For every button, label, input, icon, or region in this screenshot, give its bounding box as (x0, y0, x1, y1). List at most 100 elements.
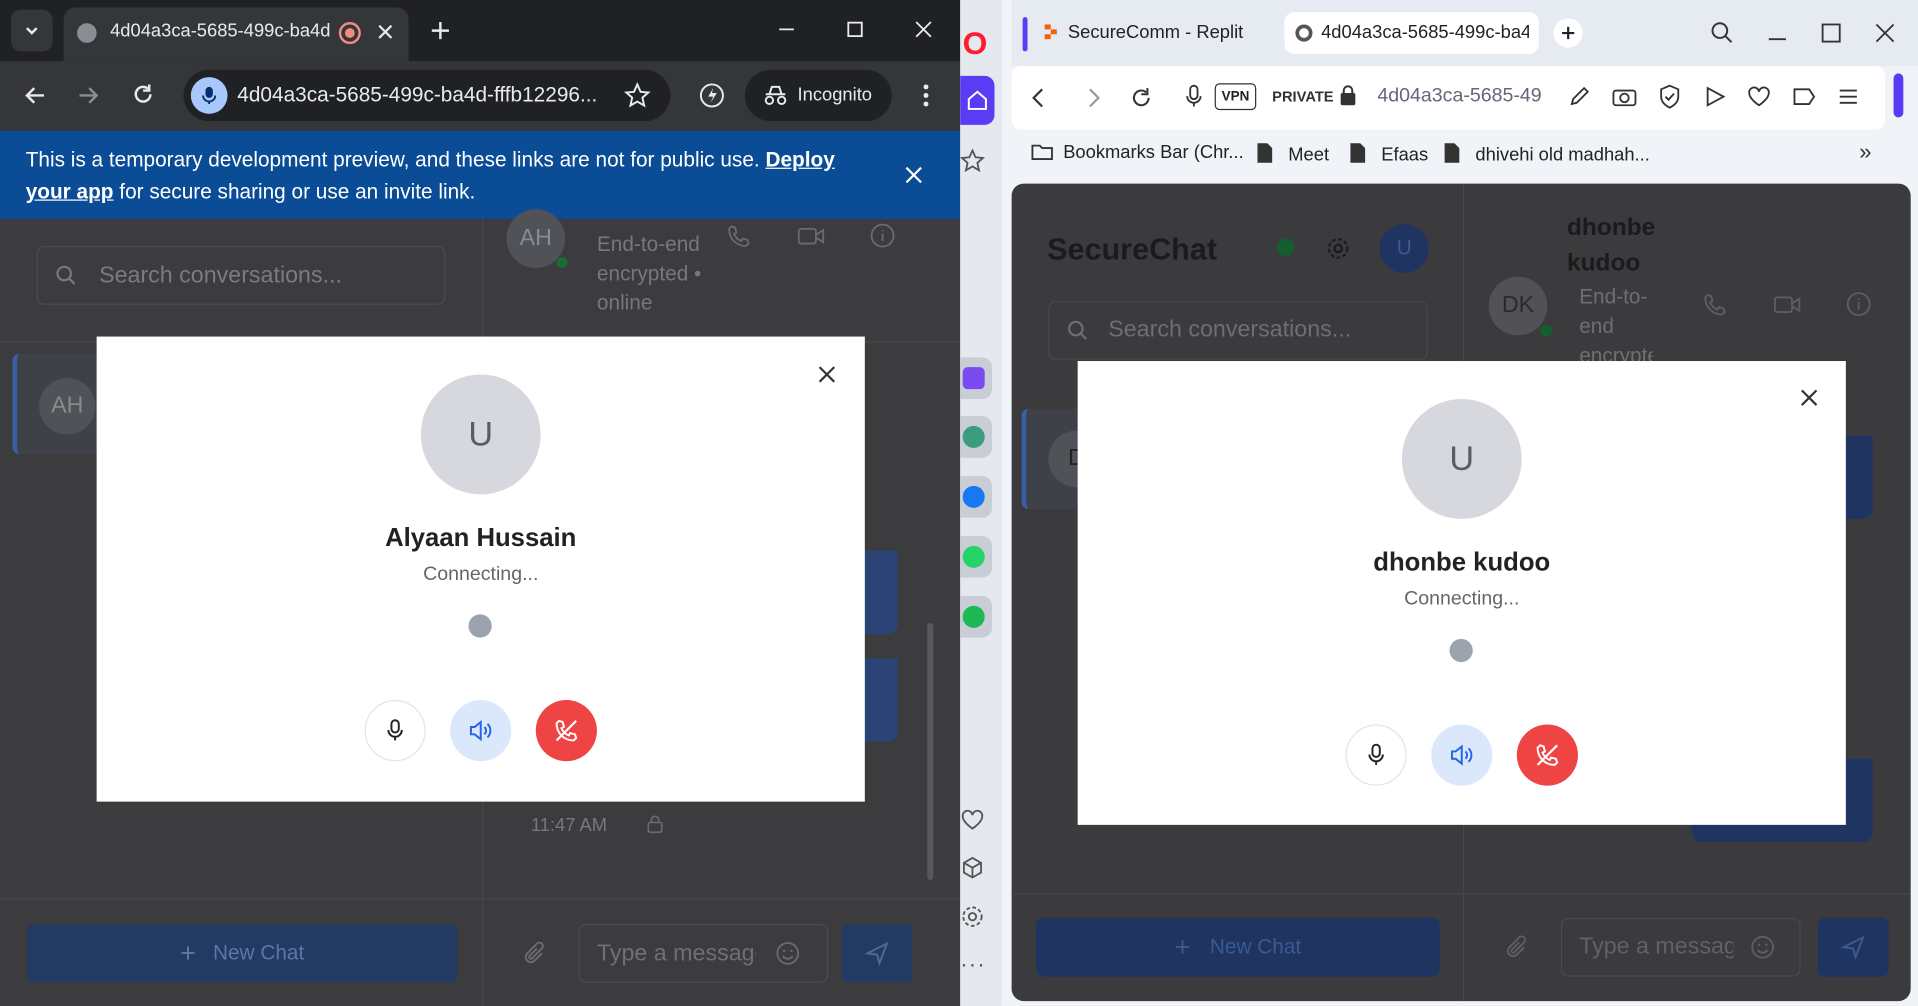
whatsapp-icon[interactable] (960, 536, 993, 578)
minimize-icon[interactable] (777, 20, 797, 40)
forward-icon[interactable] (1084, 87, 1104, 109)
back-icon[interactable] (1029, 87, 1049, 109)
url-text: 4d04a3ca-5685-499c-ba4d-fffb12296... (237, 83, 598, 107)
close-icon[interactable] (1799, 388, 1819, 408)
new-chat-button[interactable]: + New Chat (1036, 917, 1440, 977)
edit-icon[interactable] (1568, 86, 1590, 108)
scrollbar[interactable] (924, 341, 939, 892)
bookmark-meet[interactable]: Meet (1256, 142, 1329, 165)
browser-tab[interactable]: 4d04a3ca-5685-499c-ba4d (63, 7, 409, 62)
mute-button[interactable] (1345, 724, 1407, 786)
connecting-indicator (468, 614, 492, 638)
star-icon[interactable] (960, 148, 985, 173)
reload-icon[interactable] (1129, 86, 1153, 110)
new-tab-icon[interactable] (429, 20, 451, 42)
vpn-badge[interactable]: VPN (1214, 83, 1257, 111)
spotify-icon[interactable] (960, 596, 993, 638)
settings-icon[interactable] (1326, 236, 1350, 260)
close-window-icon[interactable] (914, 20, 934, 40)
microphone-icon (202, 86, 217, 105)
user-avatar[interactable]: U (1379, 223, 1429, 273)
heart-icon[interactable] (1747, 86, 1771, 108)
search-icon[interactable] (1710, 21, 1734, 45)
phone-icon[interactable] (1703, 292, 1727, 316)
mute-button[interactable] (364, 700, 426, 762)
easy-setup-icon[interactable] (1837, 86, 1859, 108)
divider (1011, 893, 1911, 895)
tab-title: 4d04a3ca-5685-499c-ba4d (1321, 22, 1530, 43)
send-button[interactable] (841, 923, 913, 983)
bookmark-folder[interactable]: Bookmarks Bar (Chr... (1031, 142, 1244, 163)
sidebar-toggle[interactable] (1893, 73, 1904, 118)
back-arrow-icon[interactable] (23, 83, 47, 107)
video-icon[interactable] (797, 225, 825, 247)
page-icon (1257, 143, 1273, 163)
deploy-link-1[interactable]: Deploy (765, 148, 834, 171)
chatgpt-icon[interactable] (960, 416, 993, 458)
search-icon (56, 265, 76, 285)
info-icon[interactable] (870, 223, 896, 249)
microphone-icon[interactable] (1185, 84, 1202, 108)
speaker-button[interactable] (1431, 724, 1493, 786)
deploy-link-2[interactable]: your app (26, 180, 114, 203)
bookmark-madhah[interactable]: dhivehi old madhah... (1443, 142, 1650, 165)
message-input[interactable]: Type a message (578, 923, 829, 983)
aria-icon[interactable] (960, 357, 993, 399)
lock-icon[interactable] (1339, 84, 1356, 106)
microphone-icon (387, 719, 403, 741)
mic-indicator[interactable] (190, 77, 228, 114)
url-text[interactable]: 4d04a3ca-5685-49 (1377, 86, 1548, 108)
send-button[interactable] (1817, 917, 1889, 977)
forward-arrow-icon[interactable] (76, 83, 100, 107)
opera-logo-icon[interactable]: O (963, 24, 988, 62)
paperclip-icon[interactable] (1506, 935, 1530, 962)
banner-close-icon[interactable] (905, 166, 922, 184)
search-input[interactable]: Search conversations... (36, 245, 446, 305)
maximize-icon[interactable] (1820, 22, 1842, 44)
maximize-icon[interactable] (845, 20, 865, 40)
speaker-button[interactable] (450, 700, 512, 762)
new-chat-button[interactable]: + New Chat (26, 923, 458, 983)
bookmark-efaas[interactable]: Efaas (1349, 142, 1428, 165)
info-icon[interactable] (1846, 291, 1872, 317)
minimize-icon[interactable] (1766, 21, 1788, 45)
emoji-icon[interactable] (1750, 935, 1774, 959)
message-input[interactable]: Type a message (1560, 917, 1801, 977)
contact-name-line-1: dhonbe (1566, 214, 1656, 242)
call-status: Connecting... (1404, 588, 1520, 610)
new-tab-button[interactable] (1553, 18, 1583, 48)
home-icon[interactable] (960, 75, 995, 125)
contact-avatar: DK (1488, 276, 1548, 336)
heart-icon[interactable] (960, 809, 984, 831)
play-icon[interactable] (1704, 86, 1726, 108)
search-input[interactable]: Search conversations... (1048, 301, 1428, 360)
menu-dots-icon[interactable] (920, 82, 932, 109)
tab-securecomm[interactable]: SecureComm - Replit (1020, 12, 1277, 54)
tab-active[interactable]: 4d04a3ca-5685-499c-ba4d (1284, 12, 1539, 54)
video-icon[interactable] (1773, 294, 1801, 316)
shield-icon[interactable] (1659, 84, 1681, 109)
performance-icon[interactable] (698, 82, 725, 109)
address-bar[interactable]: 4d04a3ca-5685-499c-ba4d-fffb12296... (183, 69, 671, 122)
tag-icon[interactable] (1792, 87, 1816, 107)
end-call-button[interactable] (535, 700, 597, 762)
incognito-chip[interactable]: Incognito (744, 69, 892, 122)
paperclip-icon[interactable] (524, 941, 548, 968)
messenger-icon[interactable] (960, 476, 993, 518)
incognito-label: Incognito (797, 84, 873, 106)
reload-icon[interactable] (131, 82, 155, 106)
bookmark-label: Efaas (1381, 144, 1429, 166)
close-icon[interactable] (817, 365, 837, 385)
tab-search-button[interactable] (11, 9, 53, 52)
end-call-button[interactable] (1516, 724, 1578, 786)
more-icon[interactable]: ··· (960, 952, 986, 978)
cube-icon[interactable] (960, 855, 984, 879)
phone-icon[interactable] (727, 224, 751, 248)
settings-icon[interactable] (960, 904, 984, 928)
camera-icon[interactable] (1612, 86, 1637, 108)
more-bookmarks-icon[interactable]: » (1859, 140, 1871, 166)
bookmark-star-icon[interactable] (623, 82, 651, 109)
close-tab-icon[interactable] (377, 23, 394, 40)
close-window-icon[interactable] (1874, 22, 1896, 44)
emoji-icon[interactable] (776, 941, 800, 965)
